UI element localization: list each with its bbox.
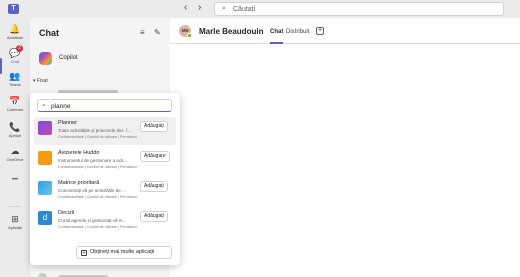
plus-icon: + [81,250,87,256]
get-more-apps-button[interactable]: + Obțineți mai multe aplicații [76,246,172,259]
search-icon: ⌕ [42,102,46,109]
rail-divider [9,206,21,207]
rail-item-label: OneDrive [6,157,24,162]
app-search-input[interactable]: ⌕ planne [37,99,172,112]
rail-item-onedrive[interactable]: ☁ OneDrive [0,146,30,162]
add-app-button[interactable]: Adăugați [140,121,168,132]
avatar [38,273,47,277]
rail-item-activity[interactable]: 🔔 Activitate [0,24,30,40]
filter-icon[interactable]: ≡ [140,28,145,37]
app-legal-links[interactable]: Confidențialitate | Condiții de utilizar… [58,135,137,139]
more-icon: ••• [11,177,19,183]
rail-item-label: Teams [9,82,21,87]
rail-item-label: Calendar [6,107,24,112]
teams-logo-icon: T [8,4,19,14]
forward-arrow-icon[interactable]: › [198,2,201,13]
app-description: Instrumentul de gestionare a acti... [58,158,128,163]
conversation-header: MB Marle Beaudouin Chat Distribuit + [170,18,520,44]
rail-item-calls[interactable]: 📞 Apeluri [0,122,30,138]
add-app-button[interactable]: Adăugați [140,181,168,192]
tab-chat[interactable]: Chat [270,29,283,35]
presence-available-icon [187,33,192,38]
search-value: planne [51,103,71,110]
app-name: Decizii [58,210,75,216]
rail-item-more[interactable]: ••• [0,175,30,186]
title-bar: T ‹ › ⌕ Căutați [0,0,520,18]
bell-icon: 🔔 [9,24,21,34]
app-name: Avizierele Huddo [58,150,100,156]
phone-icon: 📞 [9,122,21,132]
app-legal-links[interactable]: Confidențialitate | Condiții de utilizar… [58,165,137,169]
app-legal-links[interactable]: Confidențialitate | Condiții de utilizar… [58,225,137,229]
conversation-pane: MB Marle Beaudouin Chat Distribuit + [170,18,520,277]
huddo-boards-icon [38,151,52,165]
app-description: Concentrați-vă pe activitățile de ... [58,188,126,193]
add-tab-button[interactable]: + [316,27,324,35]
unread-badge: 2 [16,45,23,52]
calendar-icon: 📅 [9,96,21,106]
priority-matrix-icon [38,181,52,195]
app-picker-flyout: ⌕ planne Planner Toate activitățile și p… [30,93,180,265]
app-name: Matrice prioritară [58,180,100,186]
apps-icon: ⊞ [11,214,19,224]
app-rail: 🔔 Activitate 💬 Chat 2 👥 Teams 📅 Calendar… [0,18,30,277]
panel-title: Chat [39,28,59,38]
decisions-icon: d [38,211,52,225]
copilot-icon[interactable] [39,52,52,65]
back-arrow-icon[interactable]: ‹ [184,2,187,13]
rail-item-label: Aplicații [8,225,22,230]
active-tab-underline [270,42,283,44]
app-result-item[interactable]: Matrice prioritară Concentrați-vă pe act… [34,177,176,205]
teams-icon: 👥 [9,71,21,81]
global-search-input[interactable]: ⌕ Căutați [214,2,504,16]
get-more-apps-label: Obțineți mai multe aplicații [90,249,155,255]
rail-item-calendar[interactable]: 📅 Calendar [0,96,30,112]
pinned-section-header[interactable]: ▾ Fixat [33,78,48,84]
app-result-item[interactable]: Planner Toate activitățile și proiectele… [34,117,176,145]
contact-name: Marle Beaudouin [199,27,264,36]
copilot-label[interactable]: Copilot [59,55,78,61]
rail-item-apps[interactable]: ⊞ Aplicații [0,214,30,230]
add-app-button[interactable]: Adăugați [140,211,168,222]
rail-item-label: Chat [10,59,20,64]
app-name: Planner [58,120,77,126]
search-placeholder: Căutați [233,6,256,13]
rail-item-teams[interactable]: 👥 Teams [0,71,30,87]
app-legal-links[interactable]: Confidențialitate | Condiții de utilizar… [58,195,137,199]
search-icon: ⌕ [222,5,226,12]
rail-item-label: Activitate [6,35,24,40]
rail-item-chat[interactable]: 💬 Chat [0,48,30,64]
tab-shared[interactable]: Distribuit [286,29,309,35]
chat-icon: 💬 [9,48,21,58]
app-result-item[interactable]: d Decizii Creați agende și gestionați-vă… [34,207,176,235]
app-result-item[interactable]: Avizierele Huddo Instrumentul de gestion… [34,147,176,175]
add-app-button[interactable]: Adăugare [140,151,170,162]
app-description: Creați agende și gestionați-vă m... [58,218,127,223]
rail-item-label: Apeluri [8,133,22,138]
compose-icon[interactable]: ✎ [154,28,161,37]
planner-icon [38,121,52,135]
app-description: Toate activitățile și proiectele dvs. î.… [58,128,132,133]
cloud-icon: ☁ [10,146,20,156]
